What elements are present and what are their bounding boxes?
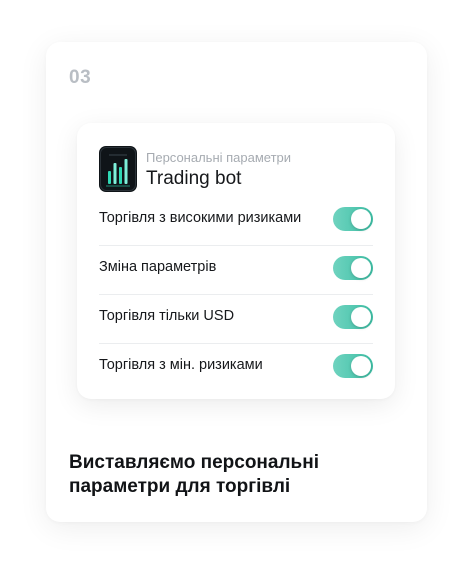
bot-title: Trading bot [146, 168, 242, 189]
usd-only-toggle[interactable] [333, 305, 373, 329]
setting-label: Торгівля з високими ризиками [99, 210, 302, 226]
feature-card: 03 Персональні параметри Trading bot Тор… [46, 42, 427, 522]
setting-row-change-params: Зміна параметрів [99, 245, 373, 295]
toggle-knob [351, 209, 371, 229]
step-number: 03 [69, 67, 92, 88]
toggle-knob [351, 356, 371, 376]
setting-label: Зміна параметрів [99, 259, 217, 275]
settings-panel: Персональні параметри Trading bot Торгів… [77, 123, 395, 399]
setting-row-high-risk: Торгівля з високими ризиками [99, 196, 373, 246]
setting-label: Торгівля тільки USD [99, 308, 235, 324]
setting-row-min-risk: Торгівля з мін. ризиками [99, 343, 373, 392]
setting-row-usd-only: Торгівля тільки USD [99, 294, 373, 344]
bar-chart-icon [99, 146, 137, 192]
toggle-knob [351, 307, 371, 327]
bot-subtitle: Персональні параметри [146, 150, 292, 165]
bot-header: Персональні параметри Trading bot [99, 146, 375, 192]
change-params-toggle[interactable] [333, 256, 373, 280]
setting-label: Торгівля з мін. ризиками [99, 357, 263, 373]
min-risk-toggle[interactable] [333, 354, 373, 378]
feature-caption: Виставляємо персональні параметри для то… [69, 452, 319, 497]
high-risk-toggle[interactable] [333, 207, 373, 231]
toggle-knob [351, 258, 371, 278]
